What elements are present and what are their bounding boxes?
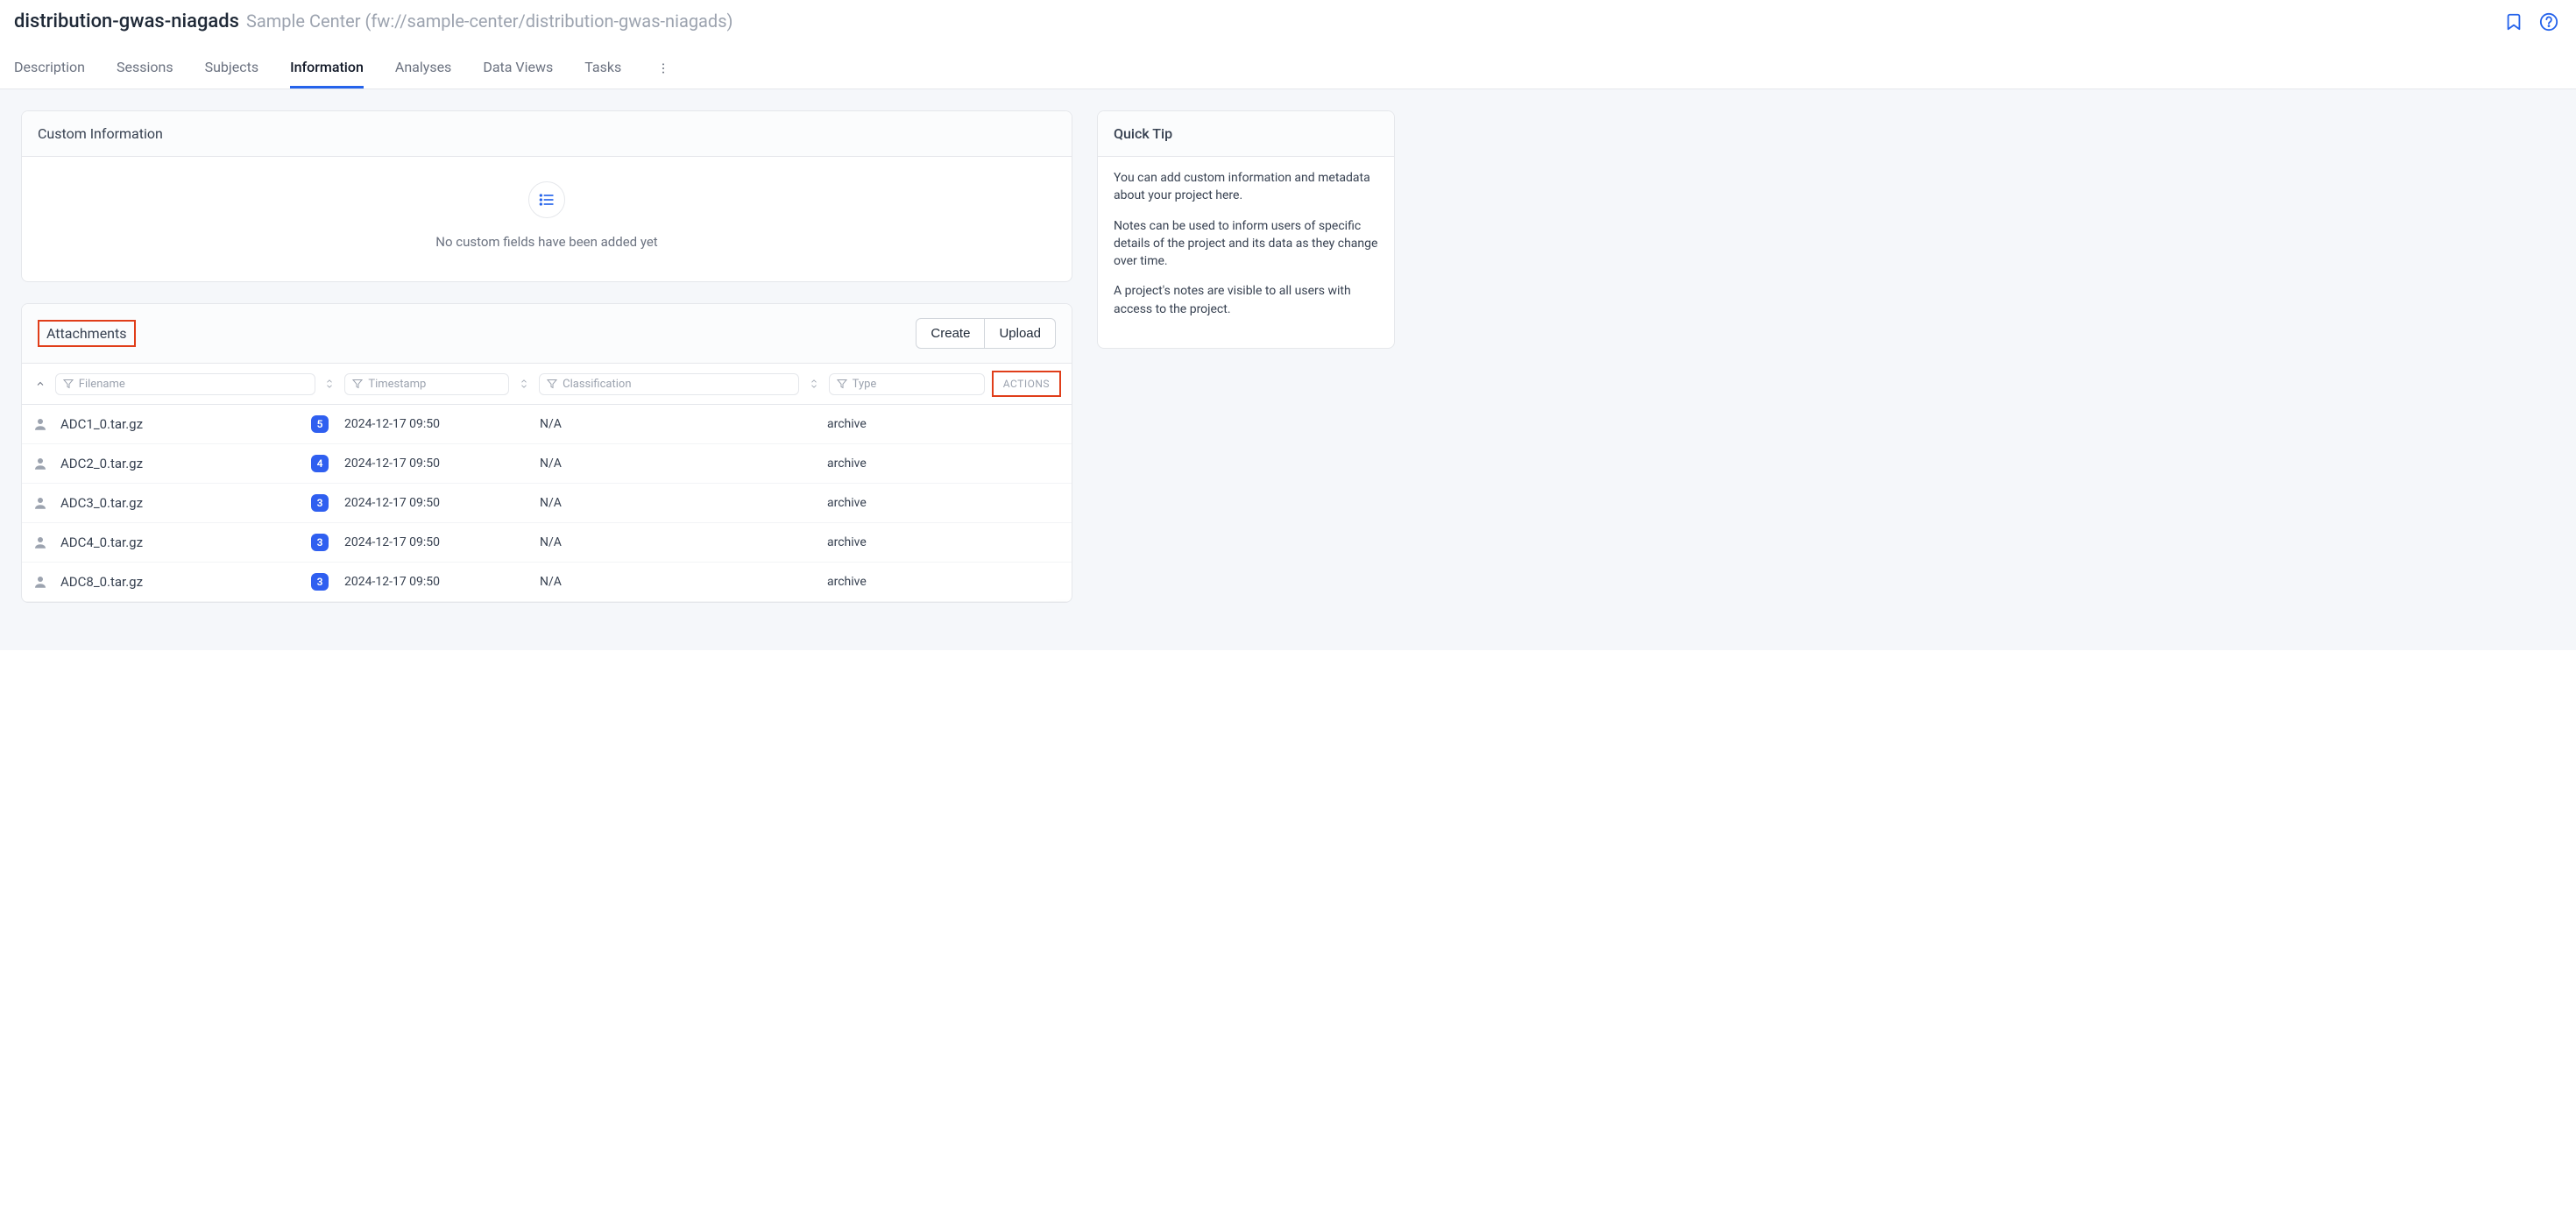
- count-badge: 3: [311, 494, 329, 512]
- col-actions-label: ACTIONS: [1003, 378, 1050, 390]
- list-icon: [528, 181, 565, 218]
- filter-timestamp[interactable]: Timestamp: [344, 373, 509, 395]
- person-icon: [32, 535, 48, 550]
- filename: ADC4_0.tar.gz: [60, 535, 143, 550]
- tab-sessions[interactable]: Sessions: [117, 48, 173, 89]
- table-row[interactable]: ADC8_0.tar.gz 3 2024-12-17 09:50 N/A archive: [22, 563, 1072, 602]
- tab-data-views[interactable]: Data Views: [483, 48, 553, 89]
- create-button[interactable]: Create: [916, 318, 985, 349]
- col-timestamp-label: Timestamp: [368, 378, 426, 391]
- custom-info-title: Custom Information: [22, 111, 1072, 157]
- attachments-column-header: Filename Timestamp Classification: [22, 364, 1072, 405]
- tab-information[interactable]: Information: [290, 48, 364, 89]
- tab-subjects[interactable]: Subjects: [205, 48, 258, 89]
- attachments-header: Attachments Create Upload: [22, 304, 1072, 364]
- timestamp: 2024-12-17 09:50: [344, 575, 533, 589]
- table-row[interactable]: ADC2_0.tar.gz 4 2024-12-17 09:50 N/A archive: [22, 444, 1072, 484]
- type: archive: [827, 535, 985, 549]
- sort-icon[interactable]: [516, 373, 532, 394]
- tab-tasks[interactable]: Tasks: [584, 48, 621, 89]
- person-icon: [32, 495, 48, 511]
- filename: ADC1_0.tar.gz: [60, 416, 143, 432]
- classification: N/A: [540, 496, 820, 510]
- person-icon: [32, 456, 48, 471]
- timestamp: 2024-12-17 09:50: [344, 496, 533, 510]
- type: archive: [827, 496, 985, 510]
- quick-tip-panel: Quick Tip You can add custom information…: [1097, 110, 1395, 349]
- attachments-rows: ADC1_0.tar.gz 5 2024-12-17 09:50 N/A archive…: [22, 405, 1072, 602]
- main-column: Custom Information No custom fields have…: [21, 110, 1072, 603]
- attachments-panel: Attachments Create Upload Filename: [21, 303, 1072, 603]
- sort-icon[interactable]: [32, 373, 48, 394]
- count-badge: 4: [311, 455, 329, 472]
- custom-info-empty-text: No custom fields have been added yet: [435, 234, 657, 250]
- sort-icon[interactable]: [806, 373, 822, 394]
- bookmark-icon[interactable]: [2504, 12, 2523, 32]
- classification: N/A: [540, 575, 820, 589]
- filter-icon: [352, 379, 363, 389]
- filter-type[interactable]: Type: [829, 373, 985, 395]
- count-badge: 5: [311, 415, 329, 433]
- col-filename-label: Filename: [79, 378, 125, 391]
- help-icon[interactable]: [2539, 12, 2558, 32]
- filter-classification[interactable]: Classification: [539, 373, 799, 395]
- tab-more-icon[interactable]: [653, 58, 674, 79]
- attachments-buttons: Create Upload: [916, 318, 1056, 349]
- custom-info-panel: Custom Information No custom fields have…: [21, 110, 1072, 282]
- person-icon: [32, 416, 48, 432]
- quick-tip-body: You can add custom information and metad…: [1098, 157, 1394, 348]
- quick-tip-paragraph: You can add custom information and metad…: [1114, 169, 1378, 205]
- sort-icon[interactable]: [322, 373, 338, 394]
- upload-button[interactable]: Upload: [985, 318, 1056, 349]
- tab-description[interactable]: Description: [14, 48, 85, 89]
- custom-info-empty: No custom fields have been added yet: [22, 157, 1072, 281]
- classification: N/A: [540, 535, 820, 549]
- page-header: distribution-gwas-niagads Sample Center …: [0, 0, 2576, 48]
- timestamp: 2024-12-17 09:50: [344, 417, 533, 431]
- attachments-title-highlight: Attachments: [38, 320, 136, 347]
- tab-analyses[interactable]: Analyses: [395, 48, 451, 89]
- quick-tip-paragraph: Notes can be used to inform users of spe…: [1114, 217, 1378, 271]
- col-classification-label: Classification: [563, 378, 631, 391]
- tabs-bar: Description Sessions Subjects Information An…: [0, 48, 2576, 89]
- filter-icon: [63, 379, 74, 389]
- filename: ADC2_0.tar.gz: [60, 456, 143, 471]
- side-column: Quick Tip You can add custom information…: [1097, 110, 1395, 349]
- filename: ADC8_0.tar.gz: [60, 574, 143, 590]
- timestamp: 2024-12-17 09:50: [344, 457, 533, 471]
- type: archive: [827, 457, 985, 471]
- col-actions-highlight: ACTIONS: [992, 371, 1061, 397]
- content-area: Custom Information No custom fields have…: [0, 89, 2576, 650]
- timestamp: 2024-12-17 09:50: [344, 535, 533, 549]
- filename: ADC3_0.tar.gz: [60, 495, 143, 511]
- classification: N/A: [540, 417, 820, 431]
- attachments-title: Attachments: [46, 325, 127, 342]
- table-row[interactable]: ADC4_0.tar.gz 3 2024-12-17 09:50 N/A archive: [22, 523, 1072, 563]
- filter-filename[interactable]: Filename: [55, 373, 315, 395]
- person-icon: [32, 574, 48, 590]
- filter-icon: [837, 379, 847, 389]
- header-actions: [2504, 12, 2562, 32]
- classification: N/A: [540, 457, 820, 471]
- quick-tip-title: Quick Tip: [1098, 111, 1394, 157]
- quick-tip-paragraph: A project's notes are visible to all use…: [1114, 282, 1378, 318]
- count-badge: 3: [311, 534, 329, 551]
- project-subtitle: Sample Center (fw://sample-center/distri…: [246, 11, 733, 32]
- table-row[interactable]: ADC3_0.tar.gz 3 2024-12-17 09:50 N/A archive: [22, 484, 1072, 523]
- header-title-group: distribution-gwas-niagads Sample Center …: [14, 11, 733, 32]
- project-title: distribution-gwas-niagads: [14, 11, 239, 32]
- filter-icon: [547, 379, 557, 389]
- table-row[interactable]: ADC1_0.tar.gz 5 2024-12-17 09:50 N/A archive: [22, 405, 1072, 444]
- type: archive: [827, 575, 985, 589]
- count-badge: 3: [311, 573, 329, 591]
- type: archive: [827, 417, 985, 431]
- col-type-label: Type: [853, 378, 877, 391]
